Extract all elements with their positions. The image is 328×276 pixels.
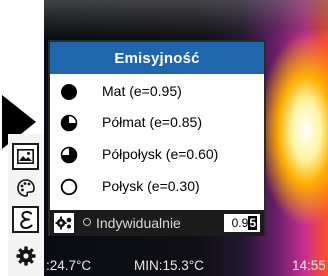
custom-label: Indywidualnie [96, 215, 181, 231]
option-label: Mat (e=0.95) [102, 83, 182, 99]
dialog-title: Emisyjność [50, 42, 264, 74]
filled-circle-icon [61, 84, 77, 100]
option-mat[interactable]: Mat (e=0.95) [50, 79, 264, 105]
option-polpolysk[interactable]: Półpołysk (e=0.60) [50, 142, 264, 168]
option-custom-selected[interactable]: Indywidualnie 0.9 5 [50, 210, 264, 236]
custom-radio-icon [83, 218, 91, 226]
palette-icon [16, 178, 35, 197]
status-bar: :24.7°C MIN:15.3°C 14:55 [44, 258, 328, 276]
option-label: Półpołysk (e=0.60) [102, 146, 219, 162]
max-temperature: :24.7°C [46, 258, 92, 273]
custom-gear-button [54, 213, 74, 233]
emissivity-dialog: Emisyjność Mat (e=0.95) Półmat (e=0.85) … [48, 40, 266, 236]
gear-icon [55, 216, 72, 230]
custom-value-text: 0.9 [231, 216, 249, 230]
custom-value-cursor: 5 [248, 216, 257, 230]
option-label: Półmat (e=0.85) [102, 114, 202, 130]
epsilon-icon [19, 210, 32, 229]
image-gallery-tool[interactable] [12, 143, 39, 170]
custom-value-field[interactable]: 0.9 5 [224, 214, 260, 232]
picture-icon [17, 149, 34, 164]
gear-icon [16, 246, 35, 265]
half-filled-circle-icon [60, 146, 78, 164]
option-label: Połysk (e=0.30) [102, 178, 200, 194]
emissivity-tool[interactable] [12, 206, 39, 233]
min-temperature: MIN:15.3°C [134, 258, 204, 273]
clock-time: 14:55 [292, 258, 326, 273]
empty-circle-icon [60, 178, 78, 196]
option-polysk[interactable]: Połysk (e=0.30) [50, 174, 264, 200]
three-quarter-filled-circle-icon [60, 114, 78, 132]
settings-tool[interactable] [12, 242, 39, 269]
option-polmat[interactable]: Półmat (e=0.85) [50, 110, 264, 136]
palette-tool[interactable] [12, 174, 39, 201]
